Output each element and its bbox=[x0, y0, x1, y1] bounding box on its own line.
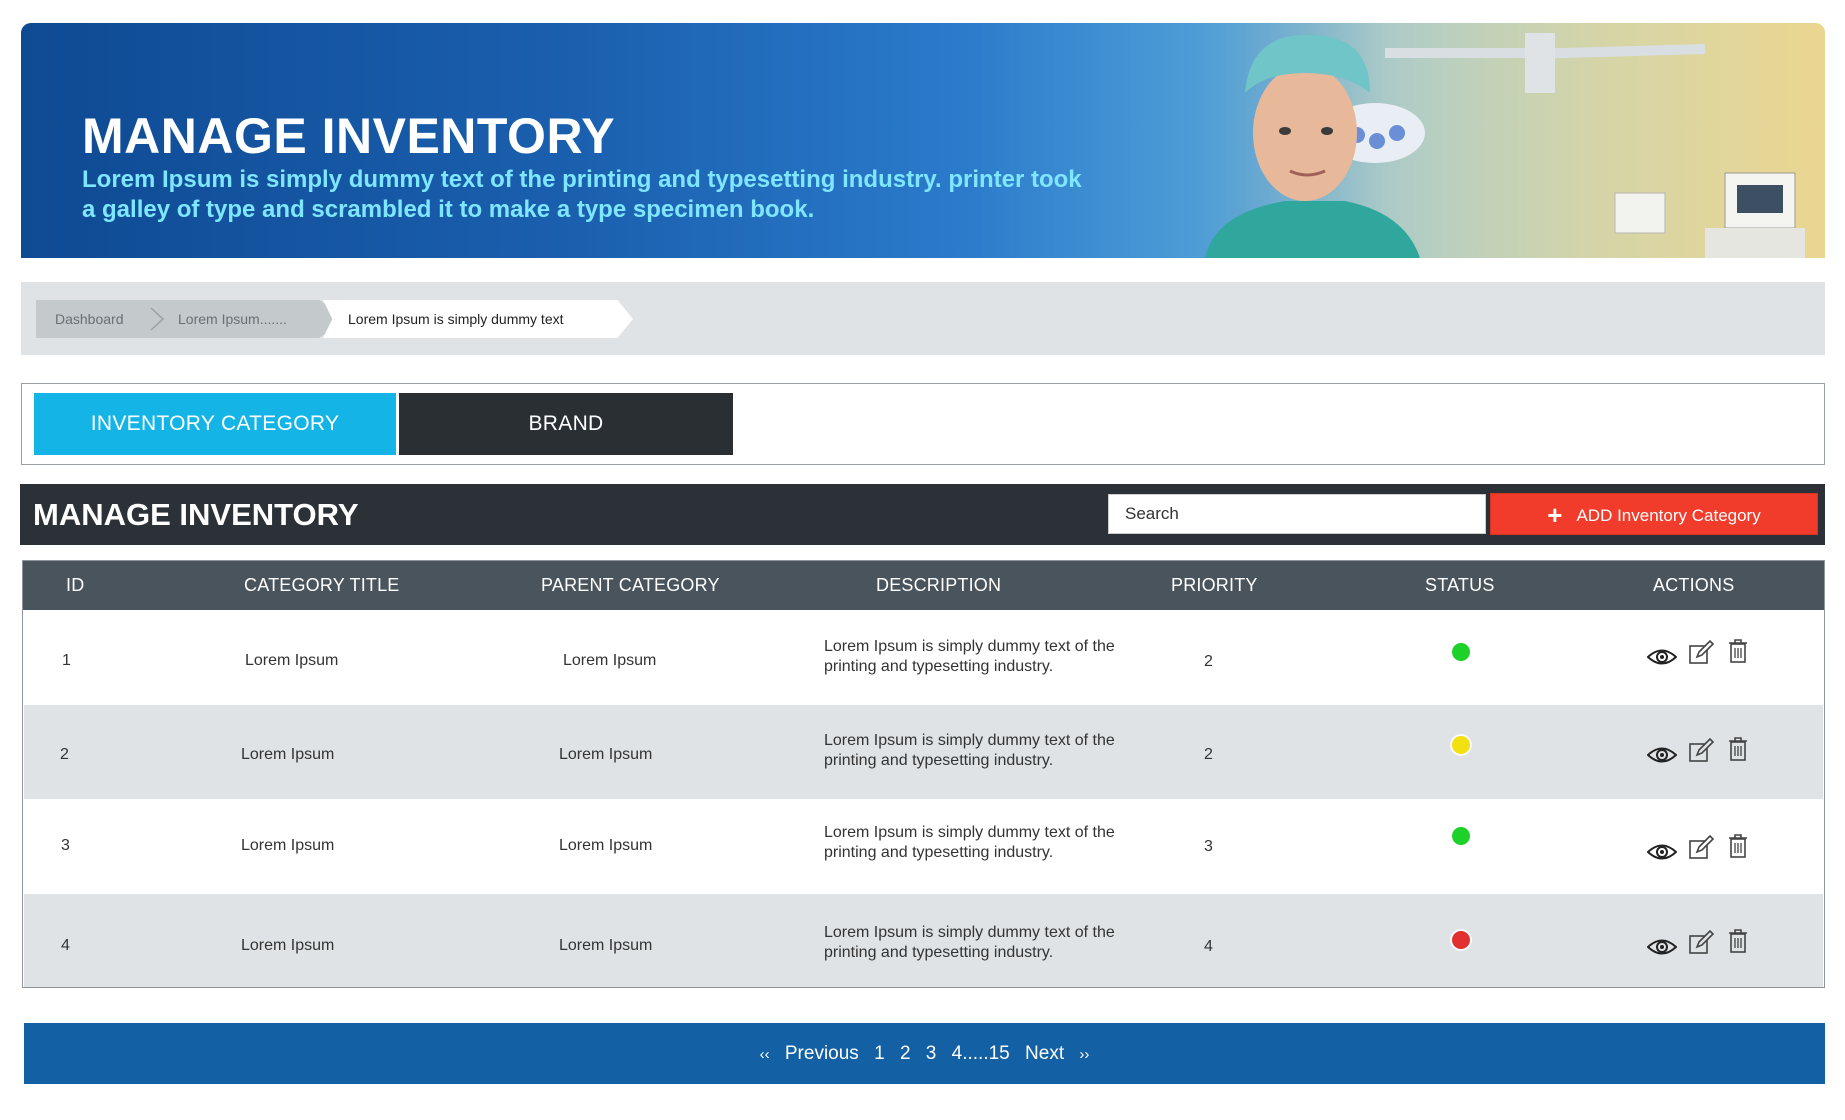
search-input[interactable] bbox=[1108, 494, 1486, 534]
table-row: 2 Lorem Ipsum Lorem Ipsum Lorem Ipsum is… bbox=[24, 705, 1823, 799]
cell-category-title: Lorem Ipsum bbox=[241, 746, 335, 763]
cell-category-title: Lorem Ipsum bbox=[241, 937, 335, 954]
trash-icon[interactable] bbox=[1724, 736, 1754, 762]
inventory-table: ID CATEGORY TITLE PARENT CATEGORY DESCRI… bbox=[22, 560, 1825, 988]
cell-priority: 2 bbox=[1204, 746, 1213, 763]
edit-icon[interactable] bbox=[1687, 930, 1717, 956]
table-row: 1 Lorem Ipsum Lorem Ipsum Lorem Ipsum is… bbox=[24, 610, 1823, 705]
column-header-priority: PRIORITY bbox=[1171, 575, 1258, 595]
banner-title: MANAGE INVENTORY bbox=[82, 108, 616, 164]
trash-icon[interactable] bbox=[1724, 638, 1754, 664]
prev-arrow-icon[interactable]: ‹‹ bbox=[760, 1046, 770, 1063]
status-dot bbox=[1452, 931, 1470, 949]
cell-parent-category: Lorem Ipsum bbox=[559, 746, 653, 763]
previous-page-link[interactable]: Previous bbox=[785, 1043, 859, 1064]
cell-category-title: Lorem Ipsum bbox=[245, 652, 339, 669]
column-header-category-title: CATEGORY TITLE bbox=[244, 575, 400, 595]
chevron-right-icon bbox=[150, 307, 165, 331]
cell-category-title: Lorem Ipsum bbox=[241, 837, 335, 854]
banner-subtitle: Lorem Ipsum is simply dummy text of the … bbox=[82, 166, 1082, 223]
breadcrumb-item-current: Lorem Ipsum is simply dummy text bbox=[323, 300, 633, 338]
page-link[interactable]: 4.....15 bbox=[952, 1043, 1010, 1064]
column-header-status: STATUS bbox=[1425, 575, 1495, 595]
column-header-id: ID bbox=[66, 575, 85, 595]
column-header-actions: ACTIONS bbox=[1653, 575, 1735, 595]
cell-priority: 3 bbox=[1204, 838, 1213, 855]
cell-description: Lorem Ipsum is simply dummy text of the … bbox=[824, 638, 1115, 675]
table-row: 4 Lorem Ipsum Lorem Ipsum Lorem Ipsum is… bbox=[24, 894, 1823, 987]
eye-icon[interactable] bbox=[1647, 839, 1677, 865]
cell-priority: 2 bbox=[1204, 653, 1213, 670]
section-title: MANAGE INVENTORY bbox=[33, 497, 359, 532]
pagination: ‹‹ Previous 1 2 3 4.....15 Next ›› bbox=[24, 1023, 1825, 1084]
page-link[interactable]: 1 bbox=[874, 1043, 885, 1064]
surgeon-photo bbox=[1145, 23, 1825, 258]
cell-parent-category: Lorem Ipsum bbox=[563, 652, 657, 669]
edit-icon[interactable] bbox=[1687, 640, 1717, 666]
cell-parent-category: Lorem Ipsum bbox=[559, 937, 653, 954]
cell-parent-category: Lorem Ipsum bbox=[559, 837, 653, 854]
cell-id: 4 bbox=[61, 937, 70, 954]
cell-id: 3 bbox=[61, 837, 70, 854]
table-row: 3 Lorem Ipsum Lorem Ipsum Lorem Ipsum is… bbox=[24, 799, 1823, 894]
trash-icon[interactable] bbox=[1724, 928, 1754, 954]
page-link[interactable]: 3 bbox=[926, 1043, 937, 1064]
tab-bar: INVENTORY CATEGORY BRAND bbox=[21, 383, 1825, 465]
eye-icon[interactable] bbox=[1647, 934, 1677, 960]
eye-icon[interactable] bbox=[1647, 644, 1677, 670]
status-dot bbox=[1452, 643, 1470, 661]
trash-icon[interactable] bbox=[1724, 833, 1754, 859]
column-header-description: DESCRIPTION bbox=[876, 575, 1002, 595]
cell-description: Lorem Ipsum is simply dummy text of the … bbox=[824, 924, 1115, 961]
add-button-label: ADD Inventory Category bbox=[1576, 506, 1761, 525]
edit-icon[interactable] bbox=[1687, 835, 1717, 861]
page-link[interactable]: 2 bbox=[900, 1043, 911, 1064]
next-arrow-icon[interactable]: ›› bbox=[1079, 1046, 1089, 1063]
status-dot bbox=[1452, 736, 1470, 754]
cell-priority: 4 bbox=[1204, 938, 1213, 955]
cell-id: 1 bbox=[62, 652, 71, 669]
status-dot bbox=[1452, 827, 1470, 845]
edit-icon[interactable] bbox=[1687, 738, 1717, 764]
cell-description: Lorem Ipsum is simply dummy text of the … bbox=[824, 732, 1115, 769]
plus-icon: + bbox=[1547, 500, 1563, 530]
column-header-parent-category: PARENT CATEGORY bbox=[541, 575, 720, 595]
cell-description: Lorem Ipsum is simply dummy text of the … bbox=[824, 824, 1115, 861]
table-header: ID CATEGORY TITLE PARENT CATEGORY DESCRI… bbox=[23, 561, 1824, 610]
tab-inventory-category[interactable]: INVENTORY CATEGORY bbox=[34, 393, 396, 455]
add-inventory-category-button[interactable]: + ADD Inventory Category bbox=[1490, 493, 1818, 535]
tab-brand[interactable]: BRAND bbox=[399, 393, 733, 455]
manage-toolbar: MANAGE INVENTORY + ADD Inventory Category bbox=[20, 484, 1825, 545]
eye-icon[interactable] bbox=[1647, 742, 1677, 768]
header-banner: MANAGE INVENTORY Lorem Ipsum is simply d… bbox=[21, 23, 1825, 258]
next-page-link[interactable]: Next bbox=[1025, 1043, 1064, 1064]
cell-id: 2 bbox=[60, 746, 69, 763]
breadcrumb: Dashboard Lorem Ipsum....... Lorem Ipsum… bbox=[21, 282, 1825, 355]
